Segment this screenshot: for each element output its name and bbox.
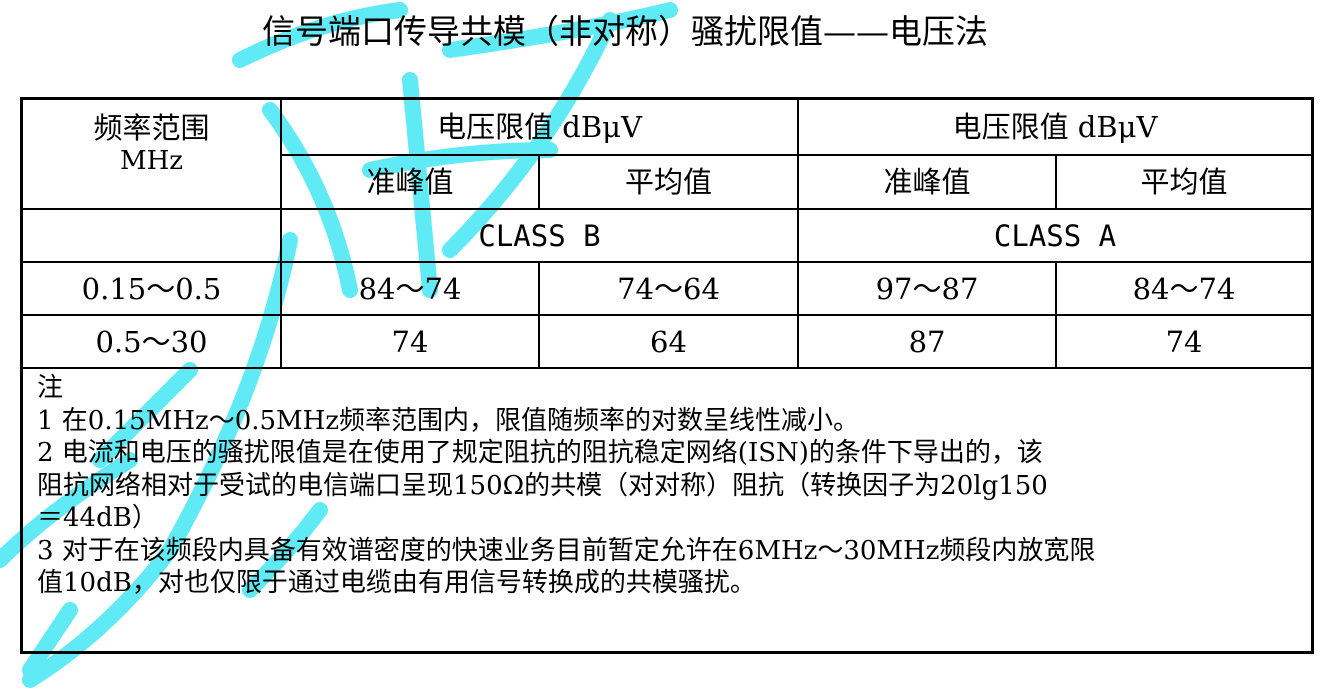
limits-frame: 频率范围 MHz 电压限值 dBμV 电压限值 dBμV 准峰值 平均值 准峰值… (20, 97, 1314, 654)
class-b-average-cell: 64 (537, 314, 800, 369)
table-row: 0.15～0.5 84～74 74～64 97～87 84～74 (23, 261, 1312, 316)
freq-cell: 0.15～0.5 (23, 261, 282, 316)
note-line: 值10dB，对也仅限于通过电缆由有用信号转换成的共模骚扰。 (37, 568, 756, 598)
class-a-quasi-peak-cell: 97～87 (797, 261, 1058, 316)
note-line: 1 在0.15MHz～0.5MHz频率范围内，限值随频率的对数呈线性减小。 (37, 405, 860, 436)
notes-heading: 注 (37, 373, 64, 403)
table-row: 0.5～30 74 64 87 74 (23, 314, 1312, 369)
class-b-quasi-peak-cell: 74 (280, 314, 540, 369)
note-line: 3 对于在该频段内具备有效谱密度的快速业务目前暂定允许在6MHz～30MHz频段… (37, 535, 1096, 566)
table-class-row: CLASS B CLASS A (23, 208, 1312, 263)
class-a-average-cell: 84～74 (1055, 261, 1312, 316)
sub-header-average-a: 平均值 (1055, 154, 1312, 210)
sub-header-average-b: 平均值 (537, 154, 800, 210)
page-title: 信号端口传导共模（非对称）骚扰限值——电压法 (262, 12, 988, 51)
class-b-label: CLASS B (279, 208, 800, 263)
class-b-voltage-limit-header: 电压限值 dBμV (279, 100, 800, 156)
note-line: 2 电流和电压的骚扰限值是在使用了规定阻抗的阻抗稳定网络(ISN)的条件下导出的… (37, 438, 1043, 468)
class-a-average-cell: 74 (1055, 314, 1312, 369)
freq-range-header: 频率范围 MHz (23, 100, 282, 210)
class-b-quasi-peak-cell: 84～74 (280, 261, 540, 316)
notes-section: 注 1 在0.15MHz～0.5MHz频率范围内，限值随频率的对数呈线性减小。 … (37, 372, 1299, 600)
empty-cell (23, 208, 282, 263)
class-b-average-cell: 74～64 (537, 261, 800, 316)
class-a-quasi-peak-cell: 87 (797, 314, 1058, 369)
table-header-row: 频率范围 MHz 电压限值 dBμV 电压限值 dBμV (23, 100, 1312, 210)
class-a-label: CLASS A (797, 208, 1312, 263)
sub-header-quasi-peak-a: 准峰值 (797, 154, 1058, 210)
freq-cell: 0.5～30 (23, 314, 282, 369)
note-line: ＝44dB） (37, 503, 158, 533)
class-a-voltage-limit-header: 电压限值 dBμV (797, 100, 1312, 156)
note-line: 阻抗网络相对于受试的电信端口呈现150Ω的共模（对对称）阻抗（转换因子为20lg… (37, 470, 1048, 501)
limits-table: 频率范围 MHz 电压限值 dBμV 电压限值 dBμV 准峰值 平均值 准峰值… (23, 100, 1312, 369)
sub-header-quasi-peak-b: 准峰值 (281, 154, 540, 210)
